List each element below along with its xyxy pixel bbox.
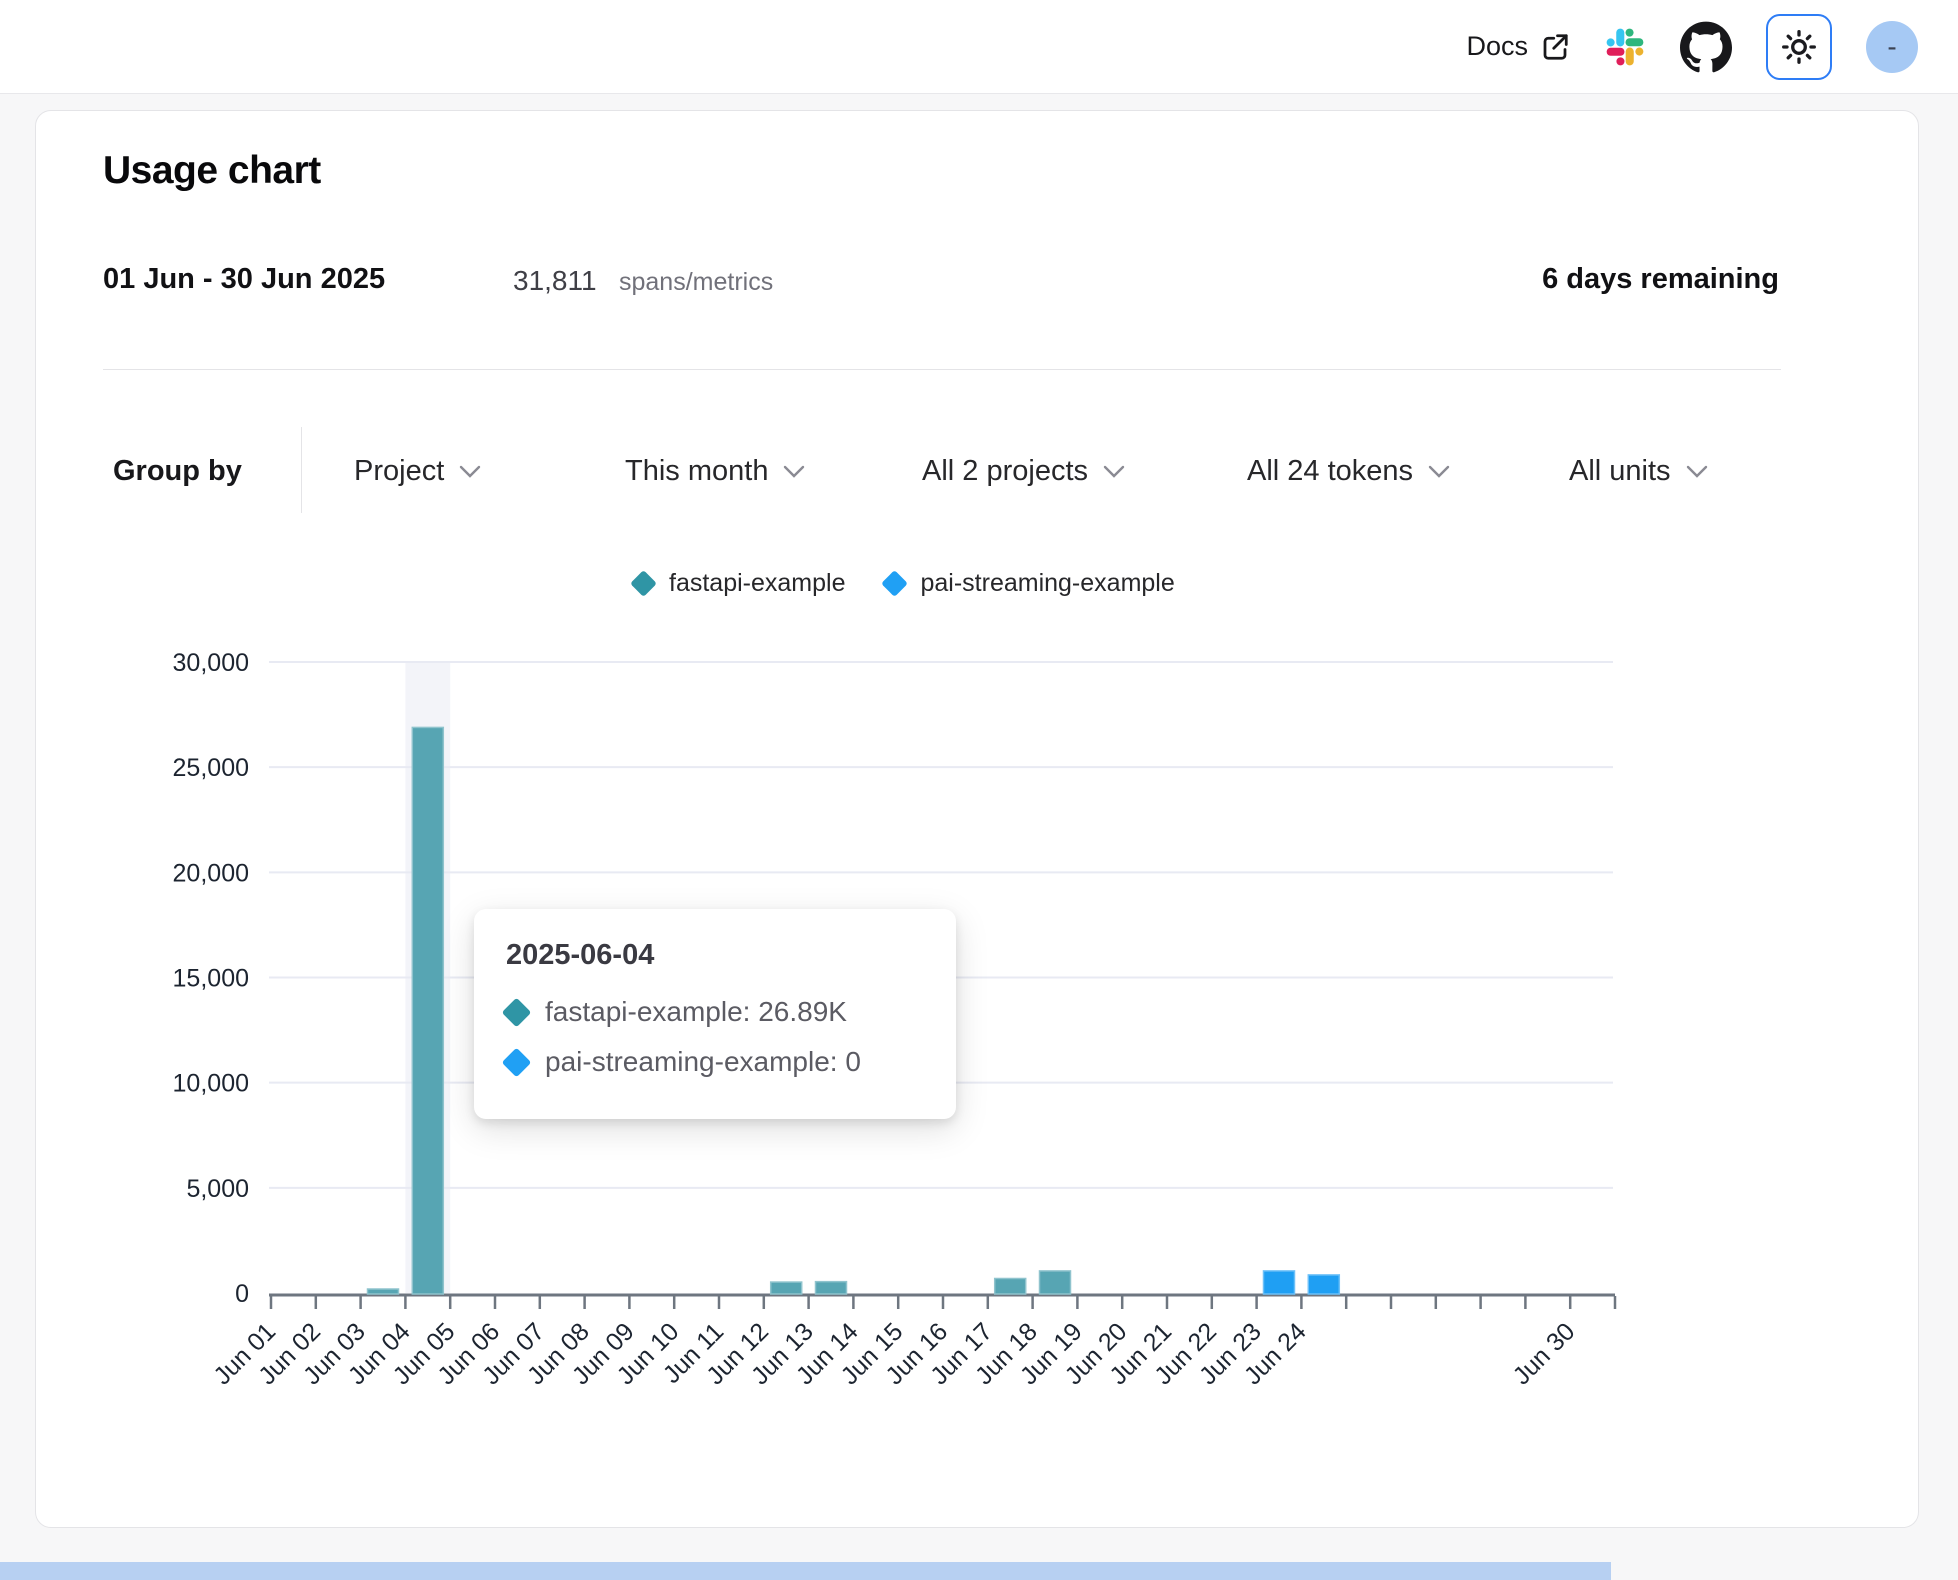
tooltip-row-text: fastapi-example: 26.89K bbox=[545, 996, 847, 1028]
theme-toggle-button[interactable] bbox=[1766, 14, 1832, 80]
tooltip-row: pai-streaming-example: 0 bbox=[506, 1046, 924, 1078]
tooltip-row-text: pai-streaming-example: 0 bbox=[545, 1046, 861, 1078]
y-axis-tick-label: 0 bbox=[235, 1280, 249, 1308]
docs-label: Docs bbox=[1466, 31, 1528, 62]
x-axis-tick-label: Jun 30 bbox=[1508, 1317, 1581, 1390]
bar-jun-04-fastapi-example[interactable] bbox=[412, 727, 443, 1294]
diamond-icon bbox=[502, 997, 532, 1027]
avatar-text: - bbox=[1887, 31, 1896, 63]
y-axis-tick-label: 5,000 bbox=[186, 1175, 249, 1203]
diamond-icon bbox=[502, 1047, 532, 1077]
bar-jun-23-pai-streaming-example[interactable] bbox=[1264, 1271, 1295, 1294]
tooltip-row: fastapi-example: 26.89K bbox=[506, 996, 924, 1028]
sun-icon bbox=[1781, 29, 1817, 65]
bar-jun-18-fastapi-example[interactable] bbox=[1040, 1271, 1071, 1294]
usage-chart-svg: 0 5,000 10,000 15,000 20,000 25,000 30,000 Jun … bbox=[36, 111, 1920, 1529]
y-axis-tick-label: 20,000 bbox=[173, 859, 249, 887]
y-axis-tick-label: 25,000 bbox=[173, 754, 249, 782]
bar-jun-03-fastapi-example[interactable] bbox=[368, 1289, 399, 1294]
y-axis-tick-label: 15,000 bbox=[173, 965, 249, 993]
y-axis-tick-label: 10,000 bbox=[173, 1070, 249, 1098]
y-axis-tick-label: 30,000 bbox=[173, 649, 249, 677]
external-link-icon bbox=[1540, 32, 1570, 62]
horizontal-scrollbar[interactable] bbox=[0, 1562, 1611, 1580]
bar-jun-13-fastapi-example[interactable] bbox=[816, 1282, 847, 1294]
usage-card: Usage chart 01 Jun - 30 Jun 2025 31,811 … bbox=[35, 110, 1919, 1528]
avatar[interactable]: - bbox=[1866, 21, 1918, 73]
topbar: Docs - bbox=[0, 0, 1958, 94]
bar-jun-17-fastapi-example[interactable] bbox=[995, 1278, 1026, 1294]
bar-jun-12-fastapi-example[interactable] bbox=[771, 1282, 802, 1294]
tooltip-date: 2025-06-04 bbox=[506, 939, 924, 972]
bar-jun-24-pai-streaming-example[interactable] bbox=[1308, 1275, 1339, 1294]
github-icon[interactable] bbox=[1680, 21, 1732, 73]
docs-link[interactable]: Docs bbox=[1466, 31, 1570, 62]
chart-tooltip: 2025-06-04 fastapi-example: 26.89K pai-s… bbox=[474, 909, 956, 1119]
slack-icon[interactable] bbox=[1604, 26, 1646, 68]
